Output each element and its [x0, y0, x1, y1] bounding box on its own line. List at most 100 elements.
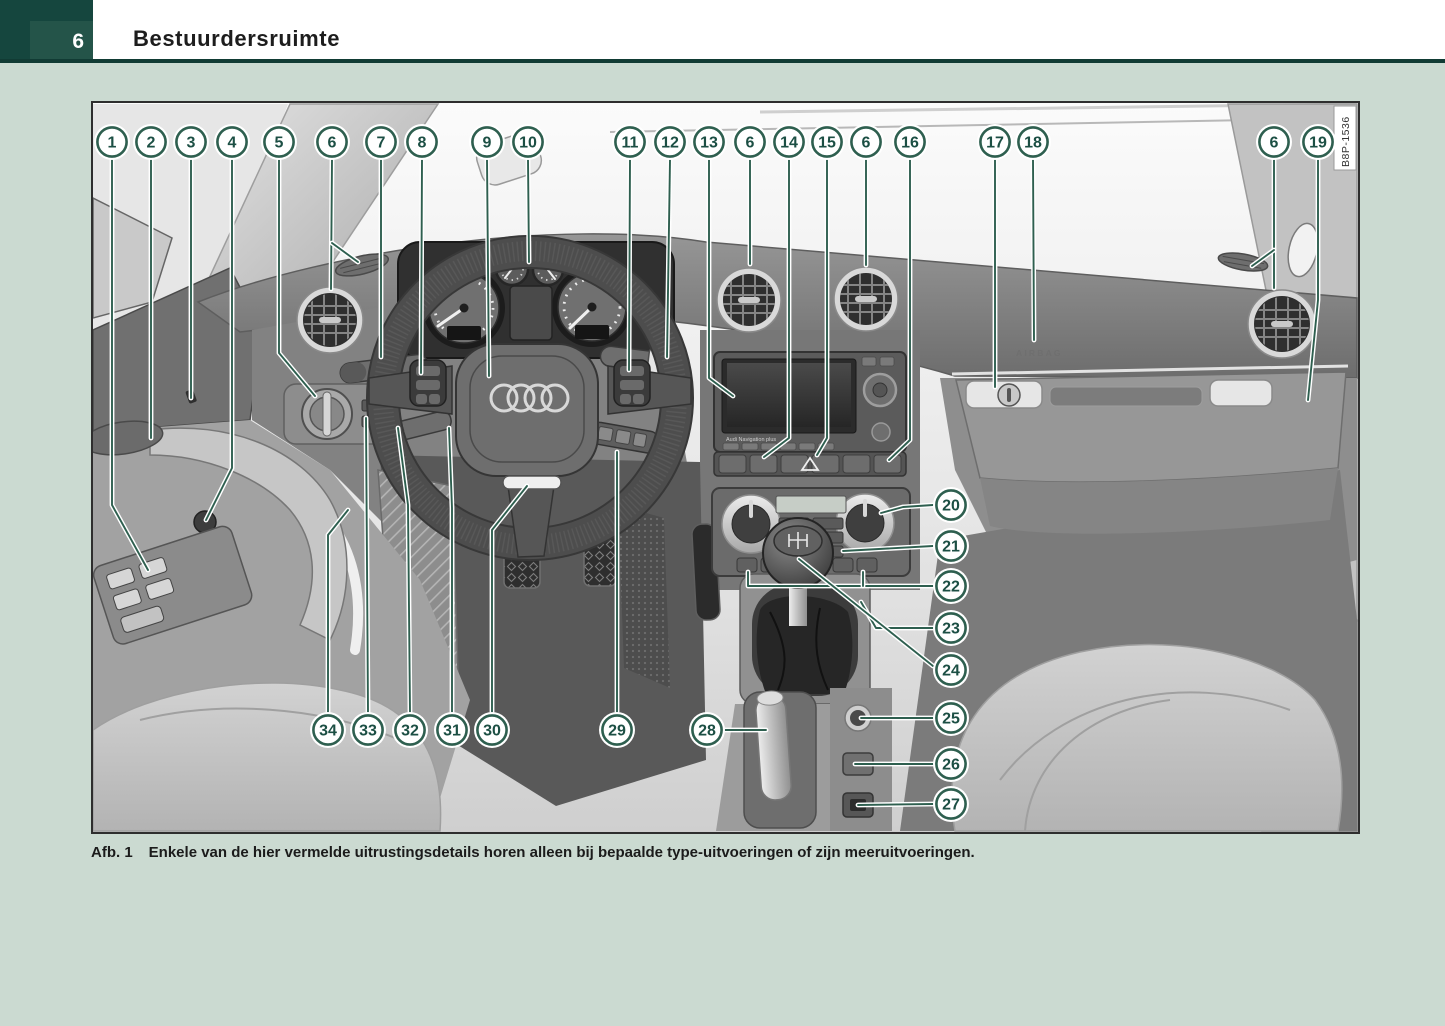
tunnel-side-panel — [618, 505, 670, 688]
callout-leader-18 — [1033, 160, 1034, 340]
left-round-vent — [297, 287, 363, 353]
callout-19: 19 — [1300, 124, 1336, 160]
callout-14: 14 — [771, 124, 807, 160]
callout-number-4: 4 — [228, 135, 237, 152]
callout-number-34: 34 — [319, 723, 337, 740]
callout-number-6: 6 — [328, 135, 337, 152]
tachometer-lcd — [447, 326, 481, 340]
callout-number-20: 20 — [942, 498, 960, 515]
callout-number-22: 22 — [942, 579, 960, 596]
page-header: 6 Bestuurdersruimte — [0, 0, 1445, 59]
glovebox-recess-strip — [1050, 387, 1202, 406]
callout-number-25: 25 — [942, 711, 960, 728]
callout-number-15: 15 — [818, 135, 836, 152]
header-rule — [0, 59, 1445, 63]
callout-number-13: 13 — [700, 135, 718, 152]
speedometer-lcd — [575, 325, 609, 339]
callout-12: 12 — [652, 124, 688, 160]
callout-leader-6 — [331, 160, 332, 289]
callout-number-29: 29 — [608, 723, 626, 740]
callout-27: 27 — [933, 786, 969, 822]
callout-33: 33 — [350, 712, 386, 748]
airbag-label: AIRBAG — [1016, 348, 1063, 358]
callout-number-19: 19 — [1309, 135, 1327, 152]
callout-number-24: 24 — [942, 663, 960, 680]
callout-number-10: 10 — [519, 135, 537, 152]
driver-info-display — [510, 286, 552, 340]
callout-8: 8 — [404, 124, 440, 160]
column-adjust-highlight — [503, 476, 561, 489]
callout-number-1: 1 — [108, 135, 117, 152]
callout-number-31: 31 — [443, 723, 461, 740]
callout-1: 1 — [94, 124, 130, 160]
cockpit-illustration: AIRBAG Audi Navigati — [93, 103, 1358, 832]
vent-slider — [855, 296, 877, 302]
callout-number-6: 6 — [862, 135, 871, 152]
callout-18: 18 — [1015, 124, 1051, 160]
callout-29: 29 — [599, 712, 635, 748]
callout-number-11: 11 — [622, 135, 639, 152]
callout-number-5: 5 — [275, 135, 284, 152]
callout-32: 32 — [392, 712, 428, 748]
center-right-vent — [834, 267, 898, 331]
callout-11: 11 — [612, 124, 648, 160]
callout-28: 28 — [689, 712, 725, 748]
callout-2: 2 — [133, 124, 169, 160]
page-title: Bestuurdersruimte — [133, 26, 340, 52]
callout-number-16: 16 — [901, 135, 919, 152]
callout-30: 30 — [474, 712, 510, 748]
figure-caption: Afb. 1Enkele van de hier vermelde uitrus… — [91, 844, 1191, 861]
callout-number-28: 28 — [698, 723, 716, 740]
callout-number-21: 21 — [942, 539, 960, 556]
callout-number-12: 12 — [661, 135, 679, 152]
callout-24: 24 — [933, 652, 969, 688]
callout-leader-8 — [421, 160, 422, 373]
callout-7: 7 — [363, 124, 399, 160]
callout-15: 15 — [809, 124, 845, 160]
callout-16: 16 — [892, 124, 928, 160]
callout-number-2: 2 — [147, 135, 156, 152]
callout-34: 34 — [310, 712, 346, 748]
callout-leader-11 — [629, 160, 630, 370]
right-round-vent — [1248, 290, 1316, 358]
callout-6: 6 — [1256, 124, 1292, 160]
callout-13: 13 — [691, 124, 727, 160]
figure-illustration: AIRBAG Audi Navigati — [91, 101, 1360, 834]
glovebox — [952, 366, 1348, 534]
callout-6: 6 — [732, 124, 768, 160]
left-spoke-buttons — [410, 360, 446, 406]
callout-number-8: 8 — [418, 135, 427, 152]
callout-number-6: 6 — [1270, 135, 1279, 152]
callout-number-3: 3 — [187, 135, 196, 152]
callout-9: 9 — [469, 124, 505, 160]
callout-10: 10 — [510, 124, 546, 160]
callout-leader-27 — [858, 804, 933, 805]
callout-number-26: 26 — [942, 757, 960, 774]
callout-25: 25 — [933, 700, 969, 736]
nav-volume-knob — [872, 423, 890, 441]
callout-3: 3 — [173, 124, 209, 160]
nav-brand-label: Audi Navigation plus — [726, 437, 776, 443]
figure-caption-text: Enkele van de hier vermelde uitrustingsd… — [149, 844, 975, 861]
callout-4: 4 — [214, 124, 250, 160]
glovebox-trim-plate — [1210, 380, 1272, 406]
center-left-vent — [717, 268, 781, 332]
callout-22: 22 — [933, 568, 969, 604]
page-number-block: 6 — [0, 0, 93, 59]
image-code-text: B8P-1536 — [1340, 116, 1352, 167]
climate-display — [776, 496, 846, 513]
callout-6: 6 — [848, 124, 884, 160]
callout-number-17: 17 — [986, 135, 1004, 152]
vent-slider — [319, 317, 341, 323]
image-code-label: B8P-1536 — [1334, 106, 1356, 170]
vent-slider — [738, 297, 760, 303]
callout-leader-10 — [528, 160, 529, 262]
callout-number-6: 6 — [746, 135, 755, 152]
callout-number-23: 23 — [942, 621, 960, 638]
glovebox-lock-slot — [1007, 388, 1011, 402]
callout-31: 31 — [434, 712, 470, 748]
right-spoke-buttons — [614, 360, 650, 406]
callout-17: 17 — [977, 124, 1013, 160]
callout-number-7: 7 — [377, 135, 386, 152]
callout-6: 6 — [314, 124, 350, 160]
